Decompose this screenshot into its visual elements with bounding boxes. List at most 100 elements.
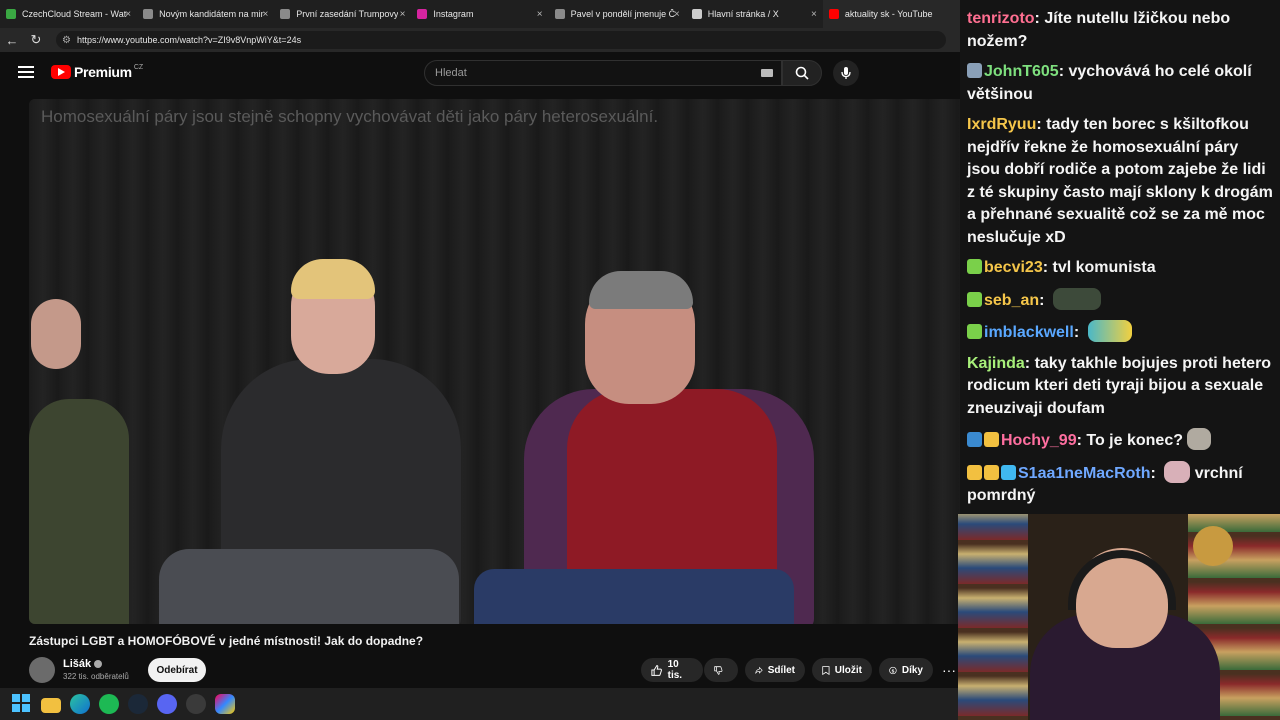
chat-username[interactable]: becvi23 (984, 259, 1043, 276)
crown-badge-icon (967, 464, 982, 480)
site-info-icon[interactable]: ⚙ (62, 35, 71, 46)
badge-icon (984, 464, 999, 480)
badge-icon (967, 291, 982, 307)
thanks-label: Díky (901, 664, 923, 676)
anime-emote-icon (1164, 460, 1191, 483)
discord-icon[interactable] (157, 694, 177, 714)
badge-icon (967, 432, 982, 447)
chat-message: seb_an: (967, 287, 1274, 313)
globe (1193, 526, 1233, 566)
spotify-icon[interactable] (99, 694, 119, 714)
microphone-icon (841, 67, 851, 79)
chat-username[interactable]: S1aa1neMacRoth (1018, 465, 1151, 482)
browser-tab-active[interactable]: aktuality sk - YouTube (822, 0, 960, 28)
chat-message: JohnT605: vychovává ho celé okolí většin… (967, 63, 1252, 103)
browser-tab[interactable]: Hlavní stránka / X × (686, 0, 823, 28)
channel-name[interactable]: Lišák (63, 658, 103, 670)
like-button[interactable]: 10 tis. (641, 658, 703, 682)
browser-tab[interactable]: Instagram × (411, 0, 548, 28)
dislike-button[interactable] (704, 658, 738, 682)
tab-favicon-icon (691, 9, 702, 19)
bookshelf (958, 514, 1028, 720)
subscribe-button[interactable]: Odebírat (148, 658, 206, 682)
video-person (29, 399, 129, 624)
windows-start-icon[interactable] (12, 694, 32, 714)
search-icon (795, 66, 809, 80)
chat-username[interactable]: Hochy_99 (1001, 432, 1077, 449)
youtube-logo[interactable]: Premium CZ (51, 64, 143, 80)
keyboard-icon[interactable] (761, 69, 773, 77)
chat-username[interactable]: imblackwell (984, 324, 1074, 341)
channel-avatar[interactable] (29, 657, 55, 683)
browser-tab[interactable]: Novým kandidátem na minis × (137, 0, 274, 28)
chat-username[interactable]: Kajinda (967, 355, 1025, 372)
tab-title: První zasedání Trumpovy (296, 9, 399, 19)
share-button[interactable]: Sdílet (745, 658, 805, 682)
back-arrow-icon[interactable]: ← (0, 28, 24, 52)
like-count: 10 tis. (667, 659, 683, 681)
diamond-badge-icon (1001, 464, 1016, 480)
tab-title: Pavel v pondělí jmenuje Č (570, 9, 676, 19)
search-button[interactable] (782, 60, 822, 86)
share-icon (755, 666, 763, 674)
voice-search-button[interactable] (833, 60, 859, 86)
close-tab-icon[interactable]: × (537, 9, 543, 20)
save-button[interactable]: Uložit (812, 658, 872, 682)
chat-username[interactable]: tenrizoto (967, 10, 1035, 27)
youtube-play-icon (51, 65, 71, 79)
url-field[interactable]: ⚙ https://www.youtube.com/watch?v=ZI9v8Vn… (56, 31, 946, 49)
dollar-icon: $ (889, 666, 897, 674)
subscriber-count: 322 tis. odběratelů (63, 672, 129, 681)
tab-title: Novým kandidátem na minis (159, 9, 265, 19)
badge-icon (984, 432, 999, 447)
thumbs-up-icon (651, 664, 662, 676)
thanks-button[interactable]: $ Díky (879, 658, 933, 682)
chat-username[interactable]: IxrdRyuu (967, 116, 1036, 133)
tab-title: Instagram (433, 9, 474, 19)
close-tab-icon[interactable]: × (674, 9, 680, 20)
save-label: Uložit (834, 664, 862, 676)
chat-message: becvi23: tvl komunista (967, 257, 1274, 280)
reload-icon[interactable]: ↻ (24, 28, 48, 52)
screen: CzechCloud Stream - Watch × Novým kandidá… (0, 0, 1280, 720)
search-input[interactable]: Hledat (424, 60, 782, 86)
close-tab-icon[interactable]: × (125, 9, 131, 20)
thumbs-down-icon (714, 665, 723, 675)
badge-icon (967, 324, 982, 339)
tab-title: aktuality sk - YouTube (844, 9, 933, 19)
chat-message: Hochy_99: To je konec? (967, 428, 1274, 453)
badge-icon (967, 259, 982, 274)
video-player[interactable]: Homosexuální páry jsou stejně schopny vy… (29, 99, 960, 624)
chat-text: tvl komunista (1052, 259, 1156, 276)
browser-tab-bar: CzechCloud Stream - Watch × Novým kandidá… (0, 0, 960, 28)
video-person (159, 549, 459, 624)
browser-tab[interactable]: První zasedání Trumpovy × (274, 0, 411, 28)
tab-favicon-icon (554, 9, 565, 19)
chat-username[interactable]: JohnT605 (984, 63, 1059, 80)
video-person (589, 271, 693, 309)
taskbar (0, 688, 960, 720)
close-tab-icon[interactable]: × (811, 9, 817, 20)
chat-username[interactable]: seb_an (984, 292, 1039, 309)
browser-tab[interactable]: CzechCloud Stream - Watch × (0, 0, 137, 28)
verified-icon (94, 660, 103, 669)
logo-text: Premium (74, 64, 132, 80)
app-icon[interactable] (186, 694, 206, 714)
frog-emote-icon (1052, 287, 1101, 310)
edge-browser-icon[interactable] (70, 694, 90, 714)
tab-title: CzechCloud Stream - Watch (22, 9, 127, 19)
svg-text:$: $ (892, 668, 895, 674)
copilot-icon[interactable] (215, 694, 235, 714)
chat-message: S1aa1neMacRoth: vrchní pomrdný (967, 460, 1274, 508)
more-actions-icon[interactable]: ··· (942, 662, 956, 678)
close-tab-icon[interactable]: × (400, 9, 406, 20)
video-title: Zástupci LGBT a HOMOFÓBOVÉ v jedné místn… (29, 634, 424, 648)
steam-icon[interactable] (128, 694, 148, 714)
bookmark-icon (822, 665, 830, 675)
file-explorer-icon[interactable] (41, 698, 61, 713)
browser-tab[interactable]: Pavel v pondělí jmenuje Č × (549, 0, 686, 28)
tab-favicon-icon (143, 9, 154, 19)
hamburger-menu-icon[interactable] (18, 66, 34, 78)
cat-emote-icon (1186, 428, 1211, 450)
close-tab-icon[interactable]: × (262, 9, 268, 20)
